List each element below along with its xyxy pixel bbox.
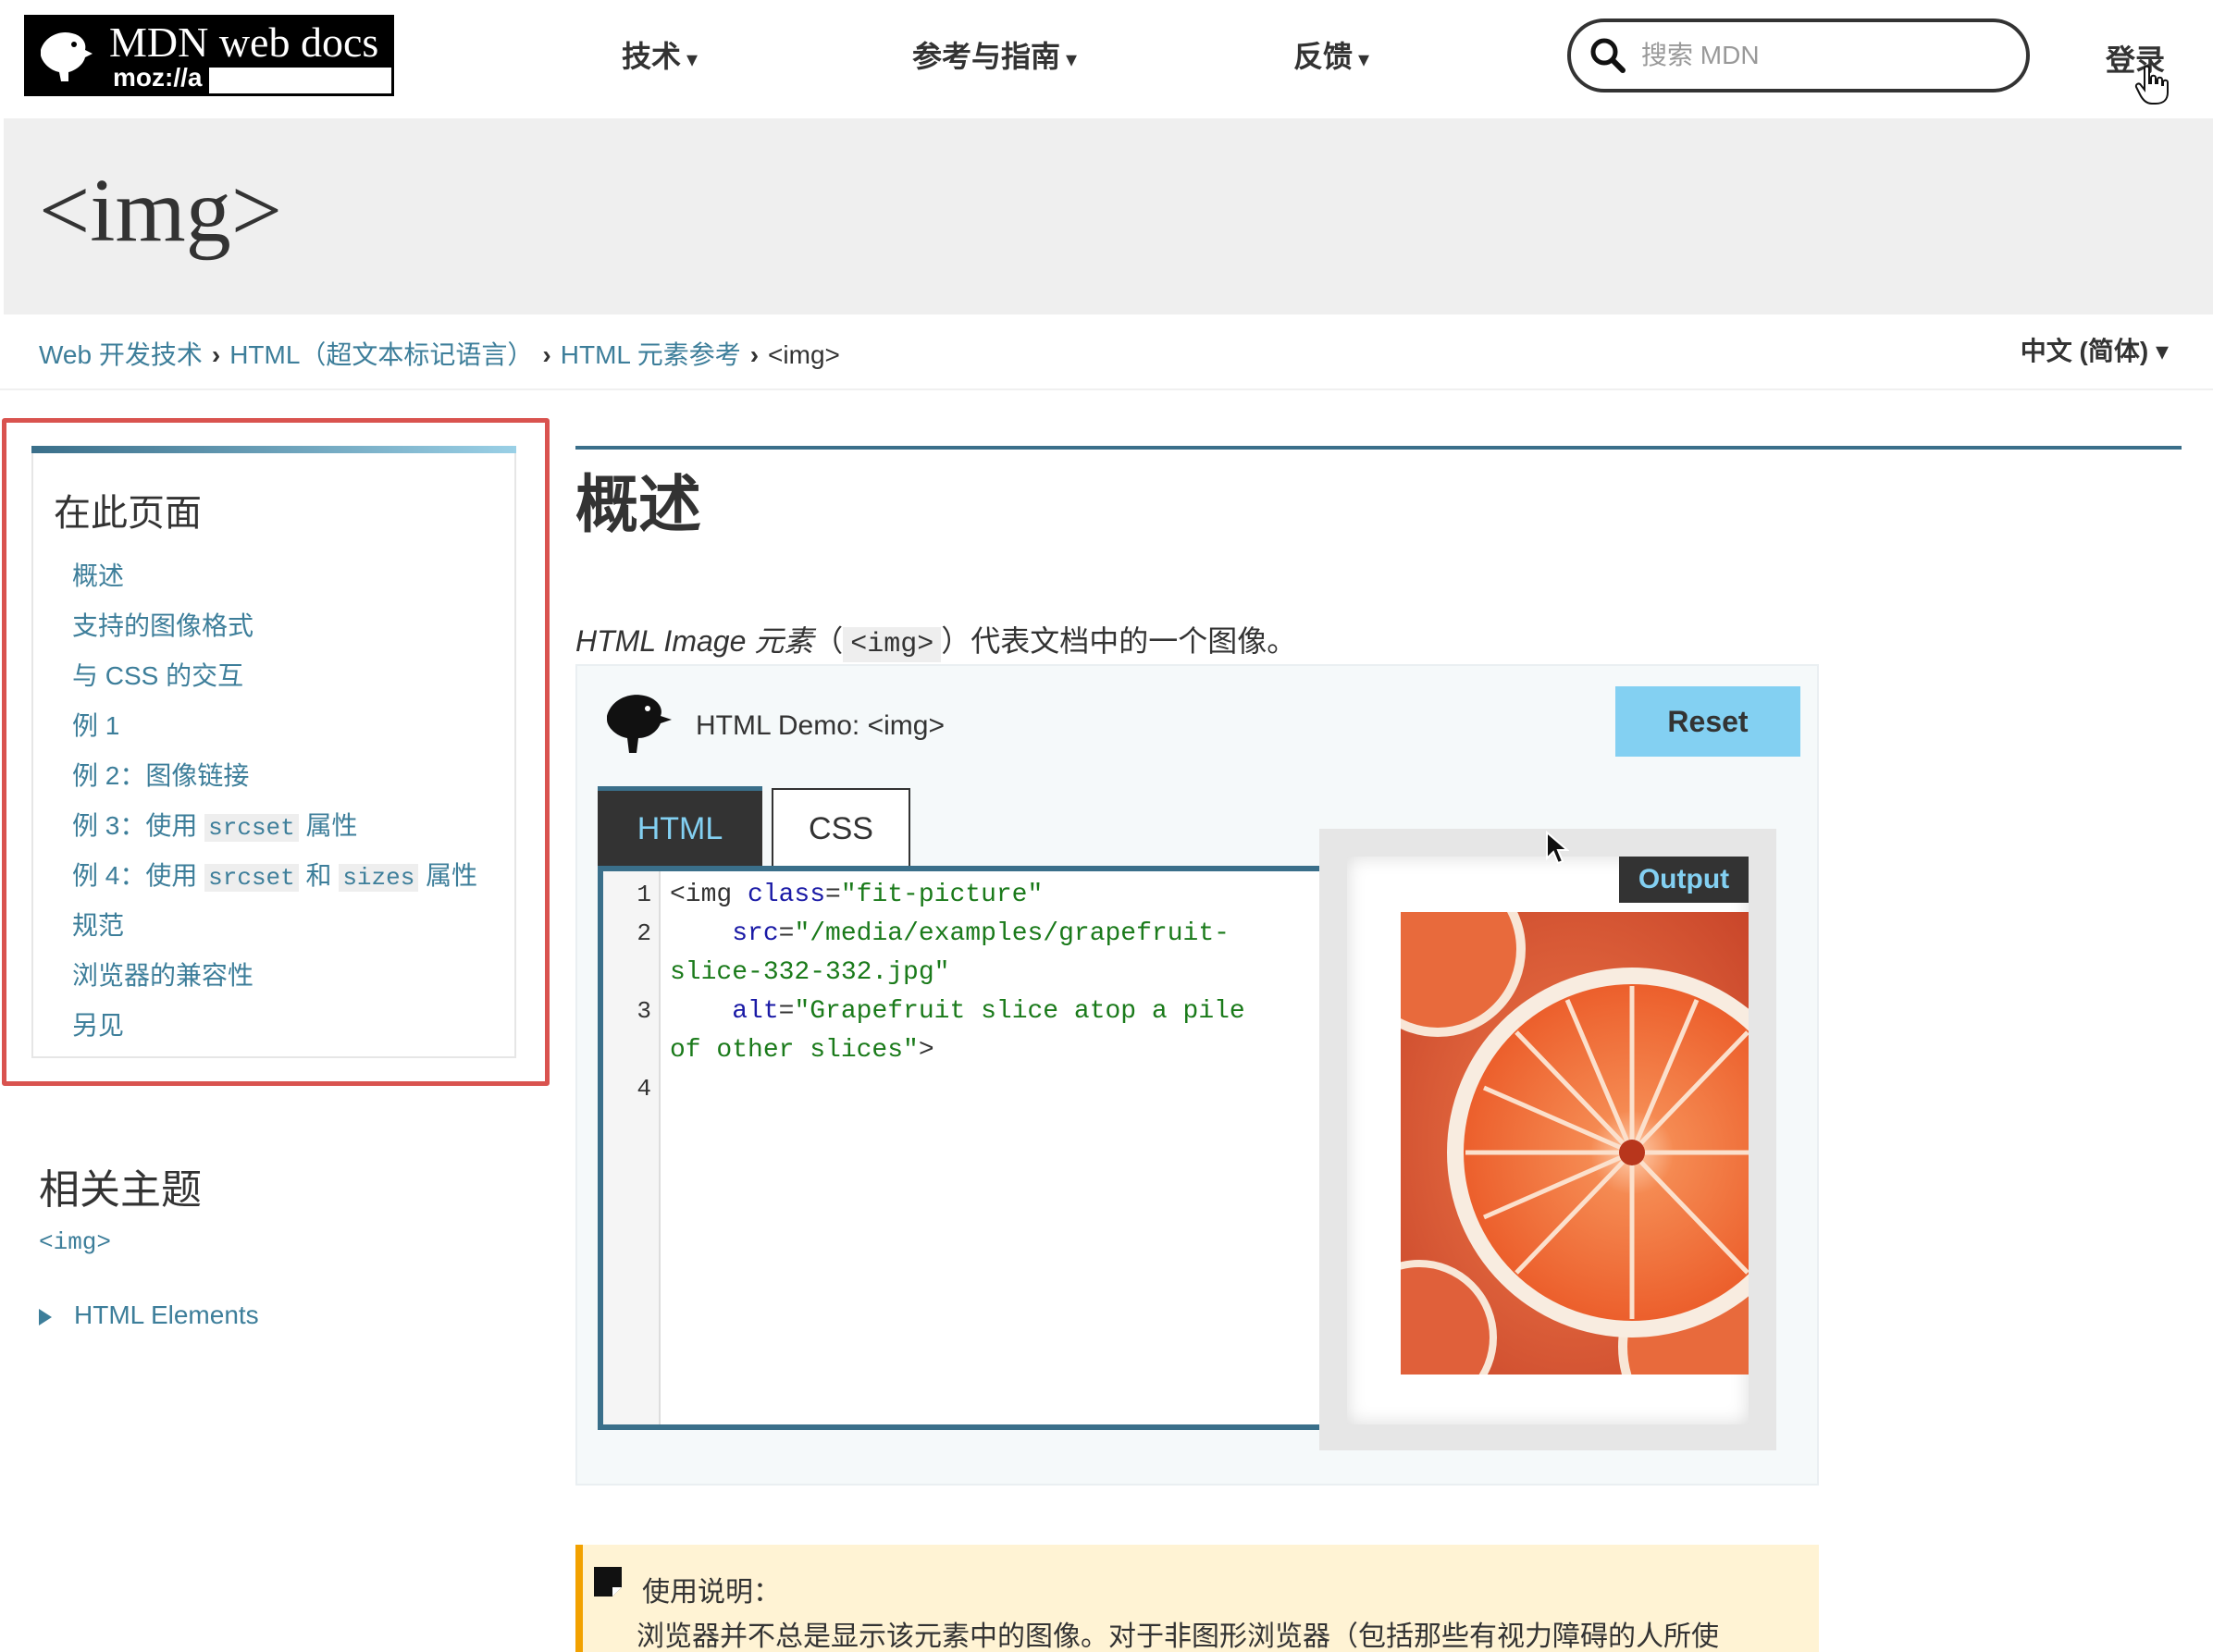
- breadcrumb-link-element-reference[interactable]: HTML 元素参考: [561, 340, 741, 369]
- toc-item-example-1[interactable]: 例 1: [72, 701, 477, 751]
- code-line: src="/media/examples/grapefruit-: [732, 919, 1230, 948]
- intro-paragraph: HTML Image 元素（ <img> ）代表文档中的一个图像。: [575, 624, 1297, 662]
- interactive-demo: HTML Demo: <img> Reset HTML CSS 1 2 3 4 …: [575, 664, 1819, 1486]
- breadcrumb-link-html[interactable]: HTML（超文本标记语言）: [229, 340, 533, 369]
- search-icon[interactable]: [1589, 37, 1626, 74]
- tab-css[interactable]: CSS: [772, 788, 910, 868]
- nav-technologies-label: 技术: [622, 40, 682, 73]
- nav-references-label: 参考与指南: [912, 40, 1061, 73]
- language-selector[interactable]: 中文 (简体) ▾: [2021, 331, 2169, 368]
- note-icon: [594, 1567, 622, 1597]
- toc-title: 在此页面: [54, 492, 202, 535]
- breadcrumb-separator: ›: [749, 340, 760, 369]
- usage-note: 使用说明： 浏览器并不总是显示该元素中的图像。对于非图形浏览器（包括那些有视力障…: [575, 1545, 1819, 1652]
- nav-technologies[interactable]: 技术 ▾: [622, 33, 698, 76]
- code-line: alt="Grapefruit slice atop a pile: [732, 997, 1245, 1026]
- breadcrumb-separator: ›: [542, 340, 551, 369]
- section-heading: 概述: [575, 468, 702, 542]
- line-number: 3: [637, 997, 651, 1025]
- toc-item-browser-compat[interactable]: 浏览器的兼容性: [72, 951, 477, 1001]
- arrow-cursor-icon: [1546, 831, 1569, 865]
- nav-feedback[interactable]: 反馈 ▾: [1293, 33, 1369, 76]
- line-number: 1: [637, 881, 651, 908]
- nav-references-guides[interactable]: 参考与指南 ▾: [912, 33, 1077, 76]
- note-title: 使用说明：: [642, 1576, 781, 1609]
- toc-item-image-formats[interactable]: 支持的图像格式: [72, 601, 477, 651]
- intro-emphasis: HTML Image 元素: [575, 624, 814, 658]
- mozilla-wordmark: moz://a: [105, 62, 210, 93]
- toc-item-overview[interactable]: 概述: [72, 551, 477, 601]
- line-number: 2: [637, 919, 651, 947]
- breadcrumb-current: <img>: [768, 340, 840, 369]
- chevron-down-icon: ▾: [686, 47, 699, 72]
- toc-item-see-also[interactable]: 另见: [72, 1001, 477, 1051]
- chevron-down-icon: ▾: [1358, 47, 1370, 72]
- output-frame: Output: [1347, 857, 1749, 1424]
- breadcrumb: Web 开发技术 › HTML（超文本标记语言） › HTML 元素参考 › <img>: [39, 335, 840, 372]
- output-panel: Output: [1319, 829, 1776, 1450]
- toc-accent-bar: [31, 446, 516, 453]
- code-line: slice-332-332.jpg": [670, 958, 950, 987]
- toc-list: 概述 支持的图像格式 与 CSS 的交互 例 1 例 2：图像链接 例 3：使用…: [72, 551, 477, 1051]
- divider: [0, 388, 2213, 390]
- dinosaur-logo-icon: [24, 15, 105, 96]
- chevron-down-icon: ▾: [1066, 47, 1078, 72]
- reset-button[interactable]: Reset: [1615, 686, 1800, 757]
- nav-feedback-label: 反馈: [1293, 40, 1354, 73]
- search-input[interactable]: [1641, 41, 1993, 70]
- toc-item-specifications[interactable]: 规范: [72, 901, 477, 951]
- line-number-gutter: 1 2 3 4: [603, 871, 661, 1424]
- mdn-logo[interactable]: MDN web docs moz://a: [24, 15, 394, 96]
- toc-item-example-4[interactable]: 例 4：使用 srcset 和 sizes 属性: [72, 851, 477, 901]
- line-number: 4: [637, 1075, 651, 1103]
- site-header: MDN web docs moz://a 技术▾ 参考与指南▾ 反馈▾ 登录: [0, 0, 2213, 118]
- code-line: of other slices">: [670, 1036, 934, 1065]
- tab-html[interactable]: HTML: [598, 786, 762, 868]
- search-box[interactable]: [1567, 18, 2030, 92]
- page-title-band: <img>: [4, 118, 2213, 314]
- section-divider: [575, 446, 2182, 450]
- related-topic-link[interactable]: <img>: [39, 1228, 111, 1256]
- triangle-right-icon: [39, 1308, 52, 1325]
- demo-title: HTML Demo: <img>: [696, 710, 945, 741]
- page-title: <img>: [39, 161, 282, 261]
- table-of-contents: 在此页面 概述 支持的图像格式 与 CSS 的交互 例 1 例 2：图像链接 例…: [31, 448, 516, 1058]
- html-elements-label: HTML Elements: [74, 1301, 259, 1329]
- toc-item-example-2[interactable]: 例 2：图像链接: [72, 751, 477, 801]
- note-body: 浏览器并不总是显示该元素中的图像。对于非图形浏览器（包括那些有视力障碍的人所使: [637, 1621, 1719, 1652]
- toc-item-css-interaction[interactable]: 与 CSS 的交互: [72, 651, 477, 701]
- hand-pointer-cursor-icon: [2134, 65, 2169, 105]
- related-topics-title: 相关主题: [39, 1166, 202, 1214]
- html-elements-toggle[interactable]: HTML Elements: [39, 1301, 259, 1330]
- inline-code: <img>: [843, 627, 942, 662]
- output-label: Output: [1619, 857, 1749, 903]
- dinosaur-icon: [607, 695, 672, 753]
- toc-item-example-3[interactable]: 例 3：使用 srcset 属性: [72, 801, 477, 851]
- grapefruit-image: [1401, 912, 1749, 1375]
- breadcrumb-link-web[interactable]: Web 开发技术: [39, 340, 203, 369]
- breadcrumb-separator: ›: [211, 340, 221, 369]
- logo-text: MDN web docs: [105, 18, 391, 68]
- code-line: <img class="fit-picture": [670, 881, 1044, 909]
